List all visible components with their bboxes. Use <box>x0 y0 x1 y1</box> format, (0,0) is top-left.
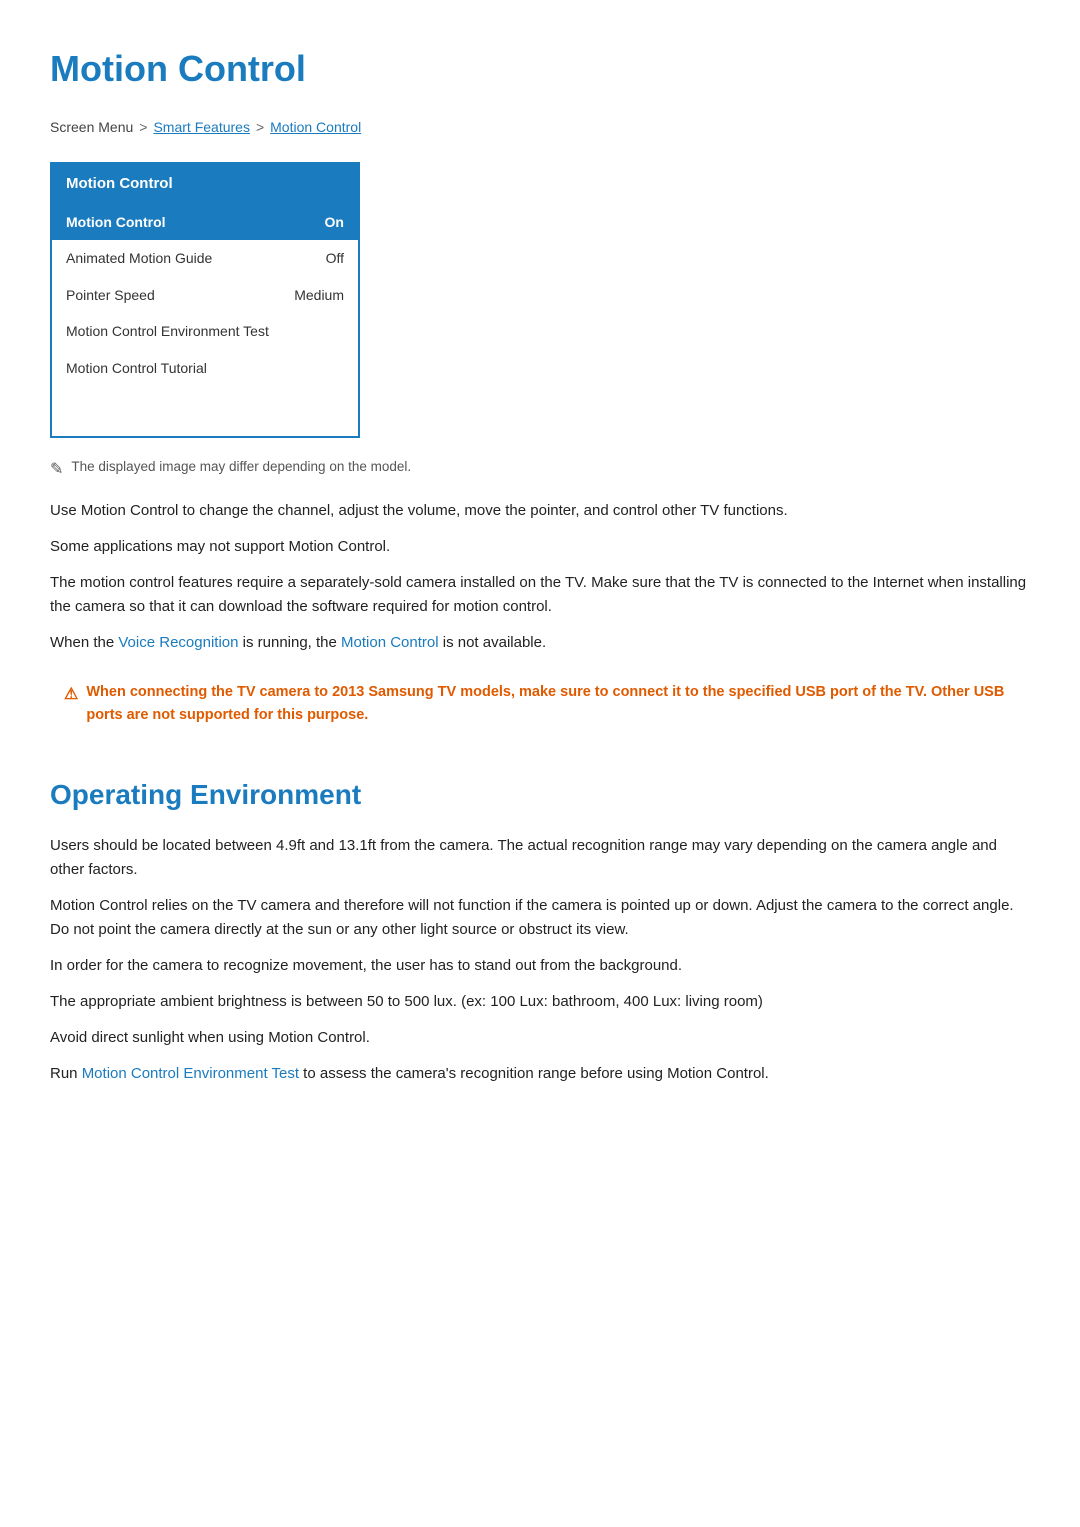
oe-para-3: In order for the camera to recognize mov… <box>50 954 1030 978</box>
oe-last-suffix: to assess the camera's recognition range… <box>299 1065 769 1082</box>
section2-title: Operating Environment <box>50 773 1030 818</box>
menu-item-value-1: Off <box>326 247 344 269</box>
page-title: Motion Control <box>50 40 1030 98</box>
menu-item-3[interactable]: Motion Control Environment Test <box>52 313 358 349</box>
menu-item-value-0: On <box>325 211 344 233</box>
breadcrumb-smart-features[interactable]: Smart Features <box>153 116 249 138</box>
body-para-2: Some applications may not support Motion… <box>50 535 1030 559</box>
menu-item-label-4: Motion Control Tutorial <box>66 357 207 379</box>
oe-last-para: Run Motion Control Environment Test to a… <box>50 1062 1030 1086</box>
oe-para-5: Avoid direct sunlight when using Motion … <box>50 1026 1030 1050</box>
vr-suffix: is not available. <box>439 634 547 651</box>
menu-box: Motion Control Motion Control On Animated … <box>50 162 360 438</box>
voice-recognition-para: When the Voice Recognition is running, t… <box>50 631 1030 655</box>
menu-item-label-2: Pointer Speed <box>66 284 155 306</box>
menu-item-1[interactable]: Animated Motion Guide Off <box>52 240 358 276</box>
warning-message: When connecting the TV camera to 2013 Sa… <box>86 681 1016 727</box>
menu-item-label-1: Animated Motion Guide <box>66 247 212 269</box>
breadcrumb: Screen Menu > Smart Features > Motion Co… <box>50 116 1030 138</box>
menu-spacer <box>52 386 358 436</box>
menu-item-4[interactable]: Motion Control Tutorial <box>52 350 358 386</box>
voice-recognition-link[interactable]: Voice Recognition <box>118 634 238 651</box>
breadcrumb-sep-1: > <box>139 116 147 138</box>
body-para-1: Use Motion Control to change the channel… <box>50 499 1030 523</box>
menu-item-value-2: Medium <box>294 284 344 306</box>
menu-item-label-3: Motion Control Environment Test <box>66 320 269 342</box>
warning-box: ⚠ When connecting the TV camera to 2013 … <box>50 671 1030 737</box>
vr-prefix: When the <box>50 634 118 651</box>
oe-last-prefix: Run <box>50 1065 82 1082</box>
warning-text-container: ⚠ When connecting the TV camera to 2013 … <box>64 681 1016 727</box>
breadcrumb-sep-2: > <box>256 116 264 138</box>
oe-para-2: Motion Control relies on the TV camera a… <box>50 894 1030 942</box>
note-text: The displayed image may differ depending… <box>71 456 411 478</box>
warning-icon: ⚠ <box>64 682 78 708</box>
vr-middle: is running, the <box>238 634 341 651</box>
oe-para-1: Users should be located between 4.9ft an… <box>50 834 1030 882</box>
oe-para-4: The appropriate ambient brightness is be… <box>50 990 1030 1014</box>
body-para-3: The motion control features require a se… <box>50 571 1030 619</box>
menu-item-2[interactable]: Pointer Speed Medium <box>52 277 358 313</box>
motion-control-link[interactable]: Motion Control <box>341 634 439 651</box>
motion-control-env-test-link[interactable]: Motion Control Environment Test <box>82 1065 299 1082</box>
note-row: ✎ The displayed image may differ dependi… <box>50 456 1030 483</box>
breadcrumb-screen-menu: Screen Menu <box>50 116 133 138</box>
breadcrumb-motion-control[interactable]: Motion Control <box>270 116 361 138</box>
pencil-icon: ✎ <box>50 457 63 483</box>
menu-box-title: Motion Control <box>52 164 358 204</box>
menu-item-label-0: Motion Control <box>66 211 166 233</box>
menu-item-0[interactable]: Motion Control On <box>52 204 358 240</box>
